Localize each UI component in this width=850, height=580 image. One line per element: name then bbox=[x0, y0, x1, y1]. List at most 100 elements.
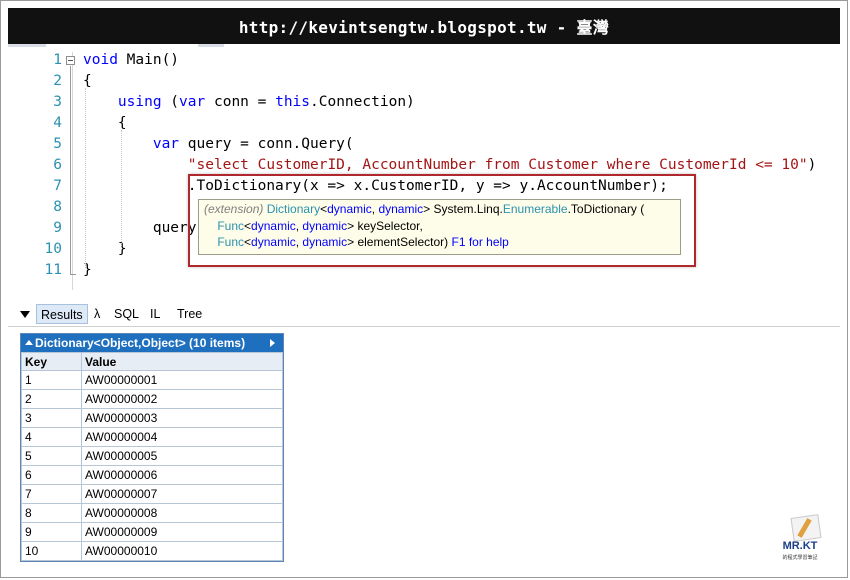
code-token: query = conn.Query( bbox=[179, 136, 354, 152]
code-token: query bbox=[83, 220, 197, 236]
row-value: AW00000003 bbox=[81, 408, 283, 428]
row-key: 6 bbox=[21, 465, 82, 485]
tooltip-punct: > bbox=[347, 218, 358, 233]
tooltip-param-name: elementSelector) bbox=[357, 235, 452, 249]
code-token: .Connection) bbox=[310, 94, 415, 110]
code-text: using (var conn = this.Connection) bbox=[83, 92, 415, 113]
line-number: 5 bbox=[53, 136, 62, 152]
code-line[interactable]: 6 "select CustomerID, AccountNumber from… bbox=[8, 155, 838, 176]
row-key: 3 bbox=[21, 408, 82, 428]
tooltip-generic-arg: dynamic bbox=[378, 202, 424, 216]
fold-range-line bbox=[70, 66, 71, 274]
table-row: 1 AW00000001 bbox=[21, 370, 283, 390]
row-key: 8 bbox=[21, 503, 82, 523]
row-value: AW00000002 bbox=[81, 389, 283, 409]
tooltip-generic-arg: dynamic bbox=[327, 202, 372, 216]
code-line[interactable]: 4 { bbox=[8, 113, 838, 134]
tooltip-param-type: Func bbox=[217, 235, 245, 249]
tooltip-punct: < bbox=[244, 218, 252, 233]
line-number: 8 bbox=[53, 199, 62, 215]
row-key: 10 bbox=[21, 541, 82, 561]
row-key: 5 bbox=[21, 446, 82, 466]
code-line[interactable]: 5 var query = conn.Query( bbox=[8, 134, 838, 155]
results-title: Dictionary<Object,Object> (10 items) bbox=[35, 336, 246, 350]
editor-top-strip bbox=[8, 44, 838, 48]
tooltip-punct: < bbox=[244, 235, 252, 249]
line-number: 1 bbox=[53, 52, 62, 68]
code-line[interactable]: 3 using (var conn = this.Connection) bbox=[8, 92, 838, 113]
table-header-row: Key Value bbox=[21, 352, 283, 371]
tooltip-param-type: Func bbox=[217, 218, 245, 233]
code-token: Main() bbox=[117, 52, 180, 68]
tooltip-generic-arg: dynamic bbox=[251, 218, 296, 233]
banner-text: http://kevintsengtw.blogspot.tw - 臺灣 bbox=[238, 18, 610, 37]
tab-tree[interactable]: Tree bbox=[177, 304, 202, 324]
code-token: conn = bbox=[205, 94, 276, 110]
line-number: 7 bbox=[53, 178, 62, 194]
tooltip-method: .ToDictionary ( bbox=[567, 202, 645, 216]
mrkt-logo: MR.KT 的程式學習筆記 bbox=[772, 514, 828, 566]
code-text: void Main() bbox=[83, 50, 179, 71]
line-number: 6 bbox=[53, 157, 62, 173]
tab-sql[interactable]: SQL bbox=[114, 304, 139, 324]
code-keyword: void bbox=[83, 52, 118, 68]
table-row: 6 AW00000006 bbox=[21, 465, 283, 485]
row-value: AW00000008 bbox=[81, 503, 283, 523]
line-number: 3 bbox=[53, 94, 62, 110]
row-key: 9 bbox=[21, 522, 82, 542]
row-value: AW00000010 bbox=[81, 541, 283, 561]
results-table: Key Value 1 AW00000001 2 AW00000002 3 AW00000… bbox=[21, 352, 283, 561]
tooltip-generic-arg: dynamic bbox=[251, 235, 296, 249]
code-token: { bbox=[83, 73, 92, 89]
tooltip-param-name: keySelector, bbox=[357, 218, 423, 233]
expand-arrow-icon[interactable] bbox=[270, 339, 275, 347]
tooltip-return-type: Dictionary bbox=[266, 202, 321, 216]
tab-lambda[interactable]: λ bbox=[94, 304, 100, 324]
code-text: "select CustomerID, AccountNumber from C… bbox=[83, 155, 817, 176]
code-token: ( bbox=[161, 94, 180, 110]
tooltip-generic-arg: dynamic bbox=[302, 218, 348, 233]
indent-guide bbox=[121, 130, 122, 248]
tooltip-class: Enumerable bbox=[502, 202, 568, 216]
line-number: 4 bbox=[53, 115, 62, 131]
row-value: AW00000006 bbox=[81, 465, 283, 485]
row-key: 1 bbox=[21, 370, 82, 390]
table-row: 10 AW00000010 bbox=[21, 541, 283, 561]
code-text: query bbox=[83, 218, 197, 239]
blog-url-banner: http://kevintsengtw.blogspot.tw - 臺灣 bbox=[8, 8, 840, 44]
results-table-body: 1 AW00000001 2 AW00000002 3 AW00000003 4 AW0000… bbox=[21, 370, 283, 561]
code-string: "select CustomerID, AccountNumber from C… bbox=[187, 157, 808, 173]
tab-il[interactable]: IL bbox=[150, 304, 160, 324]
row-value: AW00000007 bbox=[81, 484, 283, 504]
table-row: 8 AW00000008 bbox=[21, 503, 283, 523]
fold-toggle-icon[interactable] bbox=[66, 56, 75, 65]
tooltip-help-hint: F1 for help bbox=[451, 235, 509, 249]
results-header[interactable]: Dictionary<Object,Object> (10 items) bbox=[21, 334, 283, 352]
column-header-key: Key bbox=[21, 352, 82, 371]
row-key: 2 bbox=[21, 389, 82, 409]
table-row: 9 AW00000009 bbox=[21, 522, 283, 542]
code-token: { bbox=[83, 115, 127, 131]
code-line[interactable]: 1 void Main() bbox=[8, 50, 838, 71]
column-header-value: Value bbox=[81, 352, 283, 371]
code-keyword: var bbox=[152, 136, 180, 152]
line-number: 10 bbox=[44, 241, 62, 257]
tab-results[interactable]: Results bbox=[36, 304, 88, 324]
code-line[interactable]: 2{ bbox=[8, 71, 838, 92]
collapse-caret-icon[interactable] bbox=[25, 340, 33, 345]
code-token: ) bbox=[807, 157, 817, 173]
line-number: 11 bbox=[44, 262, 62, 278]
logo-name: MR.KT bbox=[782, 540, 818, 552]
collapse-results-icon[interactable] bbox=[20, 311, 30, 318]
code-text: var query = conn.Query( bbox=[83, 134, 354, 155]
line-number: 2 bbox=[53, 73, 62, 89]
table-row: 2 AW00000002 bbox=[21, 389, 283, 409]
table-row: 3 AW00000003 bbox=[21, 408, 283, 428]
tooltip-punct: > bbox=[423, 202, 434, 216]
fold-end-marker bbox=[70, 274, 76, 275]
table-row: 7 AW00000007 bbox=[21, 484, 283, 504]
table-row: 5 AW00000005 bbox=[21, 446, 283, 466]
row-value: AW00000005 bbox=[81, 446, 283, 466]
code-keyword: this bbox=[275, 94, 311, 110]
